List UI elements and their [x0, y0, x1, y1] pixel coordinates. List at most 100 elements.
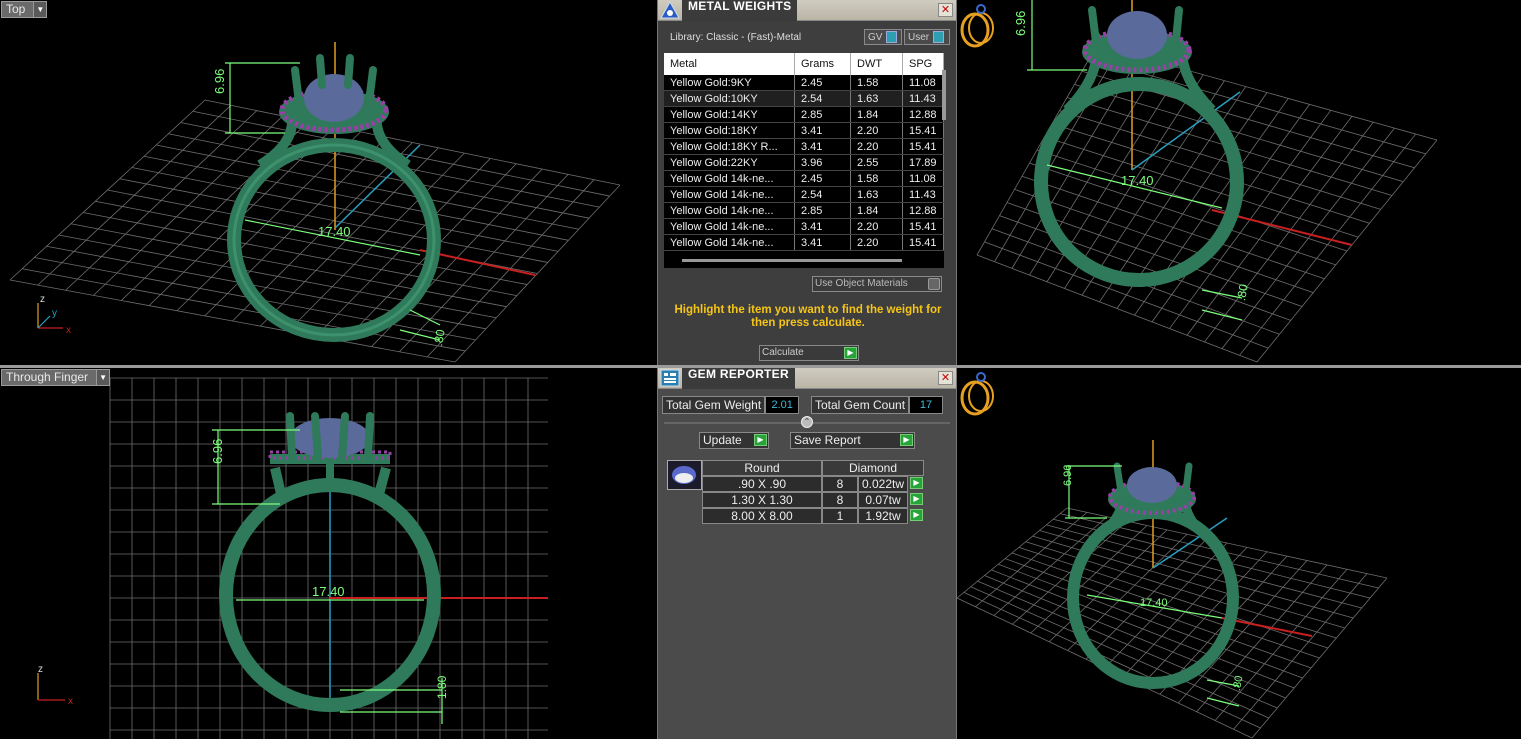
table-row[interactable]: Yellow Gold 14k-ne... 2.45 1.58 11.08: [664, 171, 944, 187]
table-row: .90 X .90 8 0.022tw ▶: [702, 476, 924, 492]
viewport-perspective[interactable]: 6.96 17.40 .80: [957, 0, 1521, 365]
metal-weights-title: METAL WEIGHTS: [682, 0, 798, 21]
gv-toggle-label: GV: [868, 31, 883, 43]
close-icon[interactable]: ✕: [938, 371, 953, 385]
axis-gizmo: z y x: [37, 294, 71, 336]
toggle-knob-icon: [928, 278, 940, 290]
viewport-view-selector[interactable]: Through Finger ▼: [1, 369, 111, 386]
grid-line: [1251, 577, 1388, 739]
table-row[interactable]: Yellow Gold:18KY 3.41 2.20 15.41: [664, 123, 944, 139]
gem-reporter-title-bar[interactable]: GEM REPORTER ✕: [658, 367, 956, 389]
ring-icon[interactable]: [957, 368, 997, 418]
viewport-top[interactable]: 6.96 17.40 .80 z y x Top ▼: [0, 0, 657, 365]
col-grams[interactable]: Grams: [795, 53, 851, 75]
total-gem-count-value: 17: [909, 396, 944, 414]
viewport-view-label: Through Finger: [6, 370, 89, 384]
table-cell: 8.00 X 8.00: [702, 508, 822, 524]
table-cell: 0.07tw: [858, 492, 908, 508]
grid-line: [1221, 127, 1395, 349]
table-cell: 2.20: [851, 139, 903, 154]
table-cell: 2.45: [795, 75, 851, 90]
table-row[interactable]: Yellow Gold 14k-ne... 3.41 2.20 15.41: [664, 219, 944, 235]
table-cell: 11.43: [903, 187, 944, 202]
row-select-button[interactable]: ▶: [908, 492, 924, 508]
gem-reporter-panel: GEM REPORTER ✕ Total Gem Weight 2.01 Tot…: [657, 367, 957, 739]
table-cell: 2.54: [795, 187, 851, 202]
metal-table-body: Yellow Gold:9KY 2.45 1.58 11.08 Yellow Gold:…: [664, 75, 944, 251]
dimension-height-label: 6.96: [1013, 11, 1028, 36]
use-object-materials-toggle[interactable]: Use Object Materials: [812, 276, 942, 292]
close-icon[interactable]: ✕: [938, 3, 953, 17]
table-cell: Yellow Gold:22KY: [664, 155, 795, 170]
table-cell: 11.08: [903, 171, 944, 186]
table-cell: Yellow Gold:18KY: [664, 123, 795, 138]
table-cell: 8: [822, 492, 858, 508]
col-metal[interactable]: Metal: [664, 53, 795, 75]
grid-line: [1239, 133, 1417, 356]
total-gem-weight-value: 2.01: [765, 396, 800, 414]
grid-line: [1004, 558, 1312, 669]
grid-line: [70, 223, 507, 308]
dimension-band-label: .80: [431, 328, 448, 347]
table-row[interactable]: Yellow Gold:9KY 2.45 1.58 11.08: [664, 75, 944, 91]
calculate-button[interactable]: Calculate ▶: [759, 345, 859, 361]
dimension-band-label: .80: [1231, 675, 1245, 692]
table-cell: Yellow Gold 14k-ne...: [664, 219, 795, 234]
table-cell: Yellow Gold 14k-ne...: [664, 235, 795, 250]
metal-weights-title-bar[interactable]: METAL WEIGHTS ✕: [658, 0, 956, 21]
dimension-height-label: 6.96: [212, 69, 227, 94]
metal-weights-icon: [658, 0, 682, 21]
table-row[interactable]: Yellow Gold:14KY 2.85 1.84 12.88: [664, 107, 944, 123]
horizontal-scrollbar[interactable]: [682, 259, 902, 262]
user-toggle[interactable]: User: [904, 29, 950, 45]
dimension-height-label: 6.96: [210, 439, 225, 464]
grid-line: [963, 592, 1261, 729]
viewport-perspective-2[interactable]: 6.96 17.40 .80: [957, 368, 1521, 739]
table-cell: Yellow Gold:9KY: [664, 75, 795, 90]
metal-table[interactable]: Metal Grams DWT SPG Yellow Gold:9KY 2.45 1…: [664, 53, 944, 268]
col-dwt[interactable]: DWT: [851, 53, 903, 75]
table-row[interactable]: Yellow Gold 14k-ne... 2.85 1.84 12.88: [664, 203, 944, 219]
table-row[interactable]: Yellow Gold:18KY R... 3.41 2.20 15.41: [664, 139, 944, 155]
col-spg[interactable]: SPG: [903, 53, 944, 75]
axis-x-label: x: [66, 325, 71, 336]
table-cell: 2.45: [795, 171, 851, 186]
update-button[interactable]: Update ▶: [699, 432, 769, 449]
total-gem-weight: Total Gem Weight 2.01: [662, 396, 800, 414]
row-select-button[interactable]: ▶: [908, 508, 924, 524]
table-cell: 15.41: [903, 123, 944, 138]
table-cell: 3.41: [795, 123, 851, 138]
grid-line: [426, 179, 595, 358]
table-row[interactable]: Yellow Gold 14k-ne... 2.54 1.63 11.43: [664, 187, 944, 203]
table-cell: 11.08: [903, 75, 944, 90]
table-cell: Yellow Gold:18KY R...: [664, 139, 795, 154]
table-cell: 3.96: [795, 155, 851, 170]
viewport-through-finger[interactable]: 6.96 17.40 1.80 z x Through Finger ▼: [0, 368, 657, 739]
viewport-view-selector[interactable]: Top ▼: [1, 1, 48, 18]
col-diamond: Diamond: [822, 460, 924, 476]
collapse-handle-icon[interactable]: ⌃: [801, 416, 813, 428]
row-select-button[interactable]: ▶: [908, 476, 924, 492]
axis-x-label: x: [68, 696, 73, 707]
ground-grid: [9, 99, 621, 363]
play-icon: ▶: [910, 477, 923, 489]
table-row[interactable]: Yellow Gold 14k-ne... 3.41 2.20 15.41: [664, 235, 944, 251]
play-icon: ▶: [754, 434, 767, 446]
grid-line: [1233, 573, 1368, 730]
table-row[interactable]: Yellow Gold:22KY 3.96 2.55 17.89: [664, 155, 944, 171]
dimension-width-label: 17.40: [1140, 597, 1168, 609]
grid-line: [999, 215, 1291, 321]
table-cell: 15.41: [903, 139, 944, 154]
vertical-scrollbar[interactable]: [942, 70, 946, 120]
table-row[interactable]: Yellow Gold:10KY 2.54 1.63 11.43: [664, 91, 944, 107]
chevron-down-icon[interactable]: ▼: [33, 2, 47, 17]
metal-table-header: Metal Grams DWT SPG: [664, 53, 944, 75]
chevron-down-icon[interactable]: ▼: [96, 370, 110, 385]
table-cell: 1.63: [851, 91, 903, 106]
dimension-width-label: 17.40: [1121, 173, 1154, 188]
gv-toggle[interactable]: GV: [864, 29, 902, 45]
save-report-button[interactable]: Save Report ▶: [790, 432, 915, 449]
table-cell: 2.85: [795, 203, 851, 218]
viewport-scene: 6.96 17.40 .80: [976, 0, 1438, 363]
ring-icon[interactable]: [957, 0, 997, 50]
